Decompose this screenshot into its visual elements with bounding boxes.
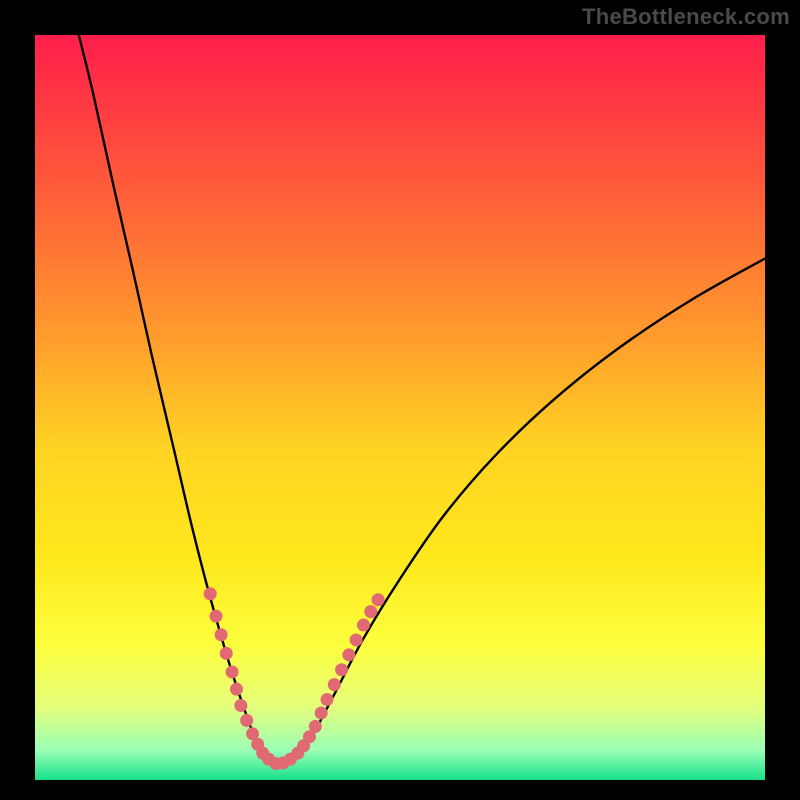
highlight-dot bbox=[230, 683, 243, 696]
highlight-dot bbox=[226, 665, 239, 678]
chart-frame: TheBottleneck.com bbox=[0, 0, 800, 800]
highlight-dot bbox=[342, 648, 355, 661]
chart-svg bbox=[35, 35, 765, 780]
highlight-dot bbox=[372, 593, 385, 606]
chart-background bbox=[35, 35, 765, 780]
highlight-dot bbox=[321, 693, 334, 706]
highlight-dot bbox=[234, 699, 247, 712]
highlight-dot bbox=[364, 605, 377, 618]
highlight-dot bbox=[210, 610, 223, 623]
highlight-dot bbox=[240, 714, 253, 727]
highlight-dot bbox=[335, 663, 348, 676]
highlight-dot bbox=[204, 587, 217, 600]
highlight-dot bbox=[220, 647, 233, 660]
highlight-dot bbox=[350, 633, 363, 646]
plot-area bbox=[35, 35, 765, 780]
highlight-dot bbox=[328, 678, 341, 691]
highlight-dot bbox=[357, 619, 370, 632]
highlight-dot bbox=[315, 706, 328, 719]
highlight-dot bbox=[215, 628, 228, 641]
watermark-text: TheBottleneck.com bbox=[582, 4, 790, 30]
highlight-dot bbox=[309, 720, 322, 733]
